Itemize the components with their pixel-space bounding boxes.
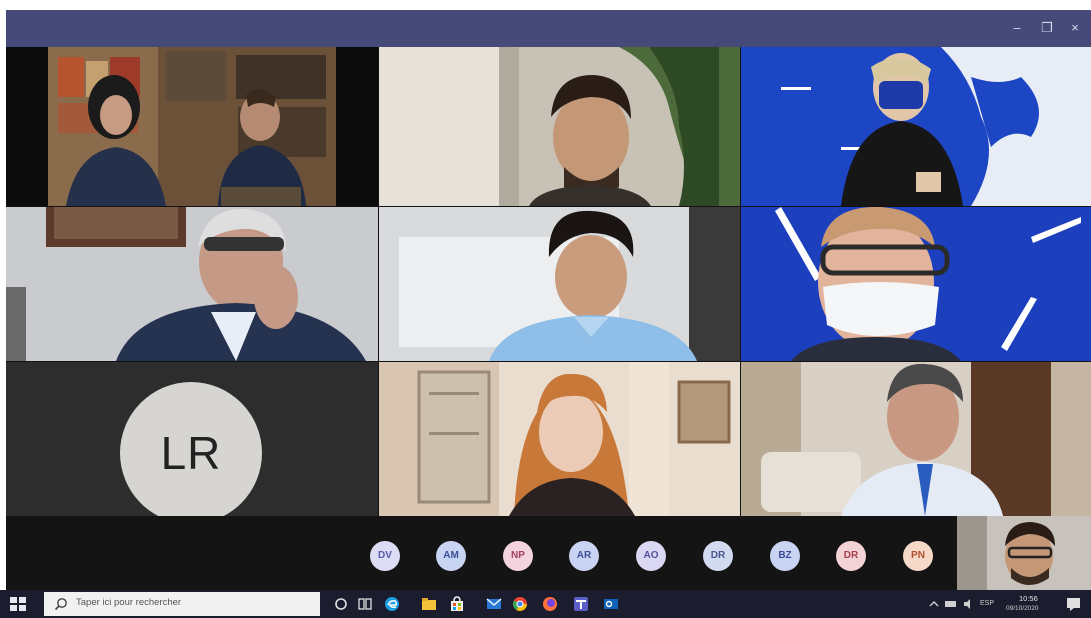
search-icon: [54, 598, 67, 611]
participant-bubble-np[interactable]: NP: [503, 541, 533, 571]
participant-bubble-ao[interactable]: AO: [636, 541, 666, 571]
window-titlebar[interactable]: – ❐ ×: [6, 10, 1091, 47]
meeting-window: – ❐ × LR DV AM NP AR AO DR BZ DR PN: [6, 10, 1091, 590]
self-view-video[interactable]: [957, 516, 1091, 590]
chevron-up-icon[interactable]: [928, 599, 940, 609]
clock-time[interactable]: 10:56: [1019, 594, 1038, 603]
participant-bubble-am[interactable]: AM: [436, 541, 466, 571]
participant-initials: DR: [710, 550, 726, 561]
video-tile-4[interactable]: [6, 207, 378, 361]
volume-icon[interactable]: [962, 598, 974, 610]
cortana-icon[interactable]: [333, 596, 349, 612]
participant-strip: DV AM NP AR AO DR BZ DR PN: [6, 516, 1091, 590]
chrome-icon[interactable]: [512, 596, 528, 612]
participant-initials: DR: [843, 550, 859, 561]
participant-initials: AM: [443, 550, 459, 561]
participant-avatar: LR: [120, 382, 262, 516]
outlook-icon[interactable]: [603, 596, 619, 612]
participant-bubble-pn[interactable]: PN: [903, 541, 933, 571]
windows-start-icon[interactable]: [10, 597, 26, 611]
participant-bubble-dr[interactable]: DR: [703, 541, 733, 571]
language-indicator[interactable]: ESP: [980, 600, 994, 607]
participant-initials: PN: [911, 550, 925, 561]
notification-icon[interactable]: [1066, 597, 1081, 611]
close-button[interactable]: ×: [1064, 18, 1086, 38]
desktop-screen: – ❐ × LR DV AM NP AR AO DR BZ DR PN Tape…: [0, 0, 1091, 618]
search-placeholder: Taper ici pour rechercher: [76, 597, 182, 608]
video-tile-5[interactable]: [379, 207, 740, 361]
participant-initials: AR: [576, 550, 592, 561]
maximize-button[interactable]: ❐: [1036, 18, 1058, 38]
taskbar-search-box[interactable]: Taper ici pour rechercher: [44, 592, 320, 616]
participant-initials: AO: [643, 550, 659, 561]
participant-bubble-ar[interactable]: AR: [569, 541, 599, 571]
network-icon[interactable]: [944, 599, 957, 609]
teams-icon[interactable]: [573, 596, 589, 612]
task-view-icon[interactable]: [357, 596, 373, 612]
video-tile-3[interactable]: [741, 47, 1091, 206]
edge-browser-icon[interactable]: [384, 596, 400, 612]
video-tile-6[interactable]: [741, 207, 1091, 361]
video-tile-9[interactable]: [741, 362, 1091, 516]
participant-initials: NP: [511, 550, 525, 561]
store-icon[interactable]: [449, 596, 465, 612]
participant-bubble-dv[interactable]: DV: [370, 541, 400, 571]
participant-bubble-dr-2[interactable]: DR: [836, 541, 866, 571]
participant-initials: BZ: [778, 550, 792, 561]
file-explorer-icon[interactable]: [421, 596, 437, 612]
mail-icon[interactable]: [486, 596, 502, 612]
firefox-icon[interactable]: [542, 596, 558, 612]
avatar-tile-lr[interactable]: LR: [6, 362, 378, 516]
video-tile-2[interactable]: [379, 47, 740, 206]
minimize-button[interactable]: –: [1006, 18, 1028, 38]
video-grid: LR: [6, 47, 1091, 516]
video-tile-1[interactable]: [6, 47, 378, 206]
participant-bubble-bz[interactable]: BZ: [770, 541, 800, 571]
windows-taskbar: Taper ici pour rechercher ESP 10:56 09/1…: [0, 590, 1091, 618]
clock-date[interactable]: 09/10/2020: [1006, 605, 1039, 612]
video-tile-8[interactable]: [379, 362, 740, 516]
participant-initials: DV: [378, 550, 392, 561]
